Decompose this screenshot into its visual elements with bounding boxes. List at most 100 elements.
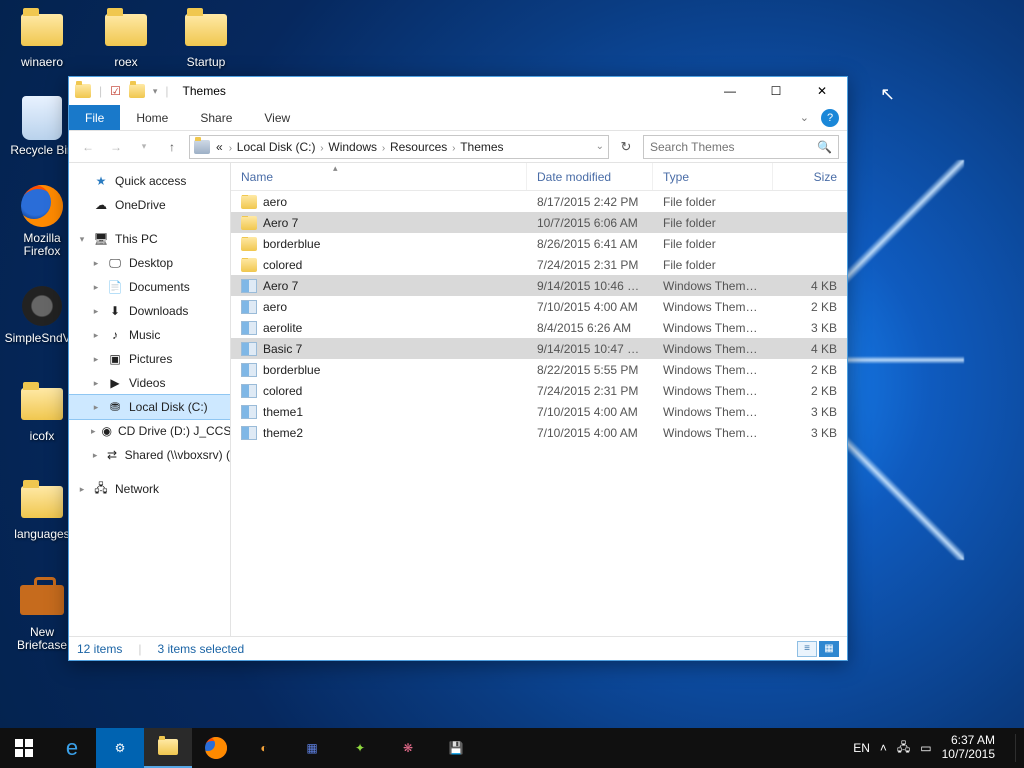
tree-expander-icon[interactable]: ▸ — [91, 402, 101, 413]
search-icon[interactable]: 🔍 — [817, 140, 832, 154]
tree-expander-icon[interactable]: ▸ — [91, 378, 101, 389]
file-row[interactable]: colored7/24/2015 2:31 PMWindows Theme ..… — [231, 380, 847, 401]
tree-expander-icon[interactable]: ▸ — [91, 330, 101, 341]
col-name[interactable]: Name▴ — [231, 163, 527, 190]
tree-expander-icon[interactable]: ▸ — [91, 282, 101, 293]
tree-quick-access[interactable]: ★Quick access — [69, 169, 230, 193]
tree-icon: ▣ — [107, 352, 123, 366]
tree-cd-drive-d-j-ccs[interactable]: ▸◉CD Drive (D:) J_CCS — [69, 419, 230, 443]
tree-local-disk-c-[interactable]: ▸⛃Local Disk (C:) — [69, 395, 230, 419]
search-box[interactable]: 🔍 — [643, 135, 839, 159]
tab-file[interactable]: File — [69, 105, 120, 130]
col-date[interactable]: Date modified — [527, 163, 653, 190]
tray-action-center-icon[interactable]: ▭ — [920, 741, 931, 755]
tree-network[interactable]: ▸🖧Network — [69, 477, 230, 501]
file-row[interactable]: borderblue8/22/2015 5:55 PMWindows Theme… — [231, 359, 847, 380]
ribbon-expand-icon[interactable]: ⌄ — [800, 111, 809, 130]
qat-newfolder-icon[interactable] — [129, 84, 145, 98]
file-row[interactable]: theme27/10/2015 4:00 AMWindows Theme ...… — [231, 422, 847, 443]
col-type[interactable]: Type — [653, 163, 773, 190]
view-icons-button[interactable]: ▦ — [819, 641, 839, 657]
breadcrumb-overflow[interactable]: « — [214, 140, 225, 154]
refresh-button[interactable]: ↻ — [615, 136, 637, 158]
col-size[interactable]: Size — [773, 163, 847, 190]
tray-chevron-icon[interactable]: ˄ — [880, 741, 887, 755]
tree-pictures[interactable]: ▸▣Pictures — [69, 347, 230, 371]
tray-lang[interactable]: EN — [853, 741, 870, 755]
taskbar-app1[interactable]: ◐ — [240, 728, 288, 768]
start-button[interactable] — [0, 728, 48, 768]
tree-music[interactable]: ▸♪Music — [69, 323, 230, 347]
file-type: File folder — [653, 195, 773, 209]
file-row[interactable]: Aero 79/14/2015 10:46 PMWindows Theme ..… — [231, 275, 847, 296]
taskbar-firefox[interactable] — [192, 728, 240, 768]
help-button[interactable]: ? — [821, 109, 839, 127]
desktop-icon-winaero[interactable]: winaero — [4, 6, 80, 69]
tree-expander-icon[interactable]: ▸ — [91, 450, 99, 461]
file-date: 9/14/2015 10:47 PM — [527, 342, 653, 356]
file-row[interactable]: theme17/10/2015 4:00 AMWindows Theme ...… — [231, 401, 847, 422]
tree-expander-icon[interactable]: ▸ — [91, 258, 101, 269]
tree-shared-vboxsrv-[interactable]: ▸⇄Shared (\\vboxsrv) ( — [69, 443, 230, 467]
breadcrumb-item[interactable]: Windows — [326, 140, 379, 154]
file-date: 7/10/2015 4:00 AM — [527, 405, 653, 419]
taskbar[interactable]: e ⚙ ◐ ▦ ✦ ❋ 💾 EN ˄ 🖧 ▭ 6:37 AM 10/7/2015 — [0, 728, 1024, 768]
search-input[interactable] — [650, 140, 817, 154]
taskbar-settings[interactable]: ⚙ — [96, 728, 144, 768]
show-desktop-button[interactable] — [1015, 734, 1016, 762]
recent-dropdown[interactable]: ▾ — [133, 136, 155, 158]
file-row[interactable]: borderblue8/26/2015 6:41 AMFile folder — [231, 233, 847, 254]
tree-expander-icon[interactable]: ▸ — [91, 426, 96, 437]
column-headers[interactable]: Name▴ Date modified Type Size — [231, 163, 847, 191]
taskbar-app3[interactable]: ✦ — [336, 728, 384, 768]
breadcrumb-item[interactable]: Local Disk (C:) — [235, 140, 318, 154]
file-row[interactable]: aerolite8/4/2015 6:26 AMWindows Theme ..… — [231, 317, 847, 338]
desktop-icon-startup[interactable]: Startup — [168, 6, 244, 69]
nav-tree[interactable]: ★Quick access☁OneDrive ▾🖥This PC▸🖵Desktop… — [69, 163, 231, 636]
file-row[interactable]: Basic 79/14/2015 10:47 PMWindows Theme .… — [231, 338, 847, 359]
tree-videos[interactable]: ▸▶Videos — [69, 371, 230, 395]
breadcrumb-item[interactable]: Resources — [388, 140, 449, 154]
theme-file-icon — [241, 363, 257, 377]
breadcrumb-item[interactable]: Themes — [458, 140, 505, 154]
file-row[interactable]: aero7/10/2015 4:00 AMWindows Theme ...2 … — [231, 296, 847, 317]
close-button[interactable]: ✕ — [799, 77, 845, 105]
tree-expander-icon[interactable]: ▾ — [77, 234, 87, 245]
minimize-button[interactable]: — — [707, 77, 753, 105]
taskbar-app5[interactable]: 💾 — [432, 728, 480, 768]
tree-expander-icon[interactable]: ▸ — [77, 484, 87, 495]
status-selected: 3 items selected — [157, 642, 244, 656]
qat-dropdown-icon[interactable]: ▾ — [153, 86, 158, 97]
qat-properties-icon[interactable]: ☑ — [110, 84, 121, 98]
address-dropdown-icon[interactable]: ⌄ — [596, 141, 604, 152]
tree-expander-icon[interactable]: ▸ — [91, 306, 101, 317]
file-row[interactable]: Aero 710/7/2015 6:06 AMFile folder — [231, 212, 847, 233]
back-button[interactable]: ← — [77, 136, 99, 158]
taskbar-explorer[interactable] — [144, 728, 192, 768]
tree-onedrive[interactable]: ☁OneDrive — [69, 193, 230, 217]
file-rows[interactable]: aero8/17/2015 2:42 PMFile folderAero 710… — [231, 191, 847, 636]
address-bar[interactable]: « › Local Disk (C:) › Windows › Resource… — [189, 135, 609, 159]
tab-share[interactable]: Share — [184, 105, 248, 130]
file-row[interactable]: aero8/17/2015 2:42 PMFile folder — [231, 191, 847, 212]
tab-home[interactable]: Home — [120, 105, 184, 130]
maximize-button[interactable]: ☐ — [753, 77, 799, 105]
tree-this-pc[interactable]: ▾🖥This PC — [69, 227, 230, 251]
view-details-button[interactable]: ≡ — [797, 641, 817, 657]
taskbar-edge[interactable]: e — [48, 728, 96, 768]
taskbar-app2[interactable]: ▦ — [288, 728, 336, 768]
title-bar[interactable]: | ☑ ▾ | Themes — ☐ ✕ — [69, 77, 847, 105]
tab-view[interactable]: View — [248, 105, 306, 130]
tree-downloads[interactable]: ▸⬇Downloads — [69, 299, 230, 323]
taskbar-app4[interactable]: ❋ — [384, 728, 432, 768]
file-row[interactable]: colored7/24/2015 2:31 PMFile folder — [231, 254, 847, 275]
forward-button[interactable]: → — [105, 136, 127, 158]
tray-network-icon[interactable]: 🖧 — [897, 738, 910, 759]
tree-expander-icon[interactable]: ▸ — [91, 354, 101, 365]
qat-divider: | — [99, 84, 102, 98]
tray-clock[interactable]: 6:37 AM 10/7/2015 — [942, 734, 1005, 762]
tree-desktop[interactable]: ▸🖵Desktop — [69, 251, 230, 275]
desktop-icon-roex[interactable]: roex — [88, 6, 164, 69]
up-button[interactable]: ↑ — [161, 136, 183, 158]
tree-documents[interactable]: ▸📄Documents — [69, 275, 230, 299]
